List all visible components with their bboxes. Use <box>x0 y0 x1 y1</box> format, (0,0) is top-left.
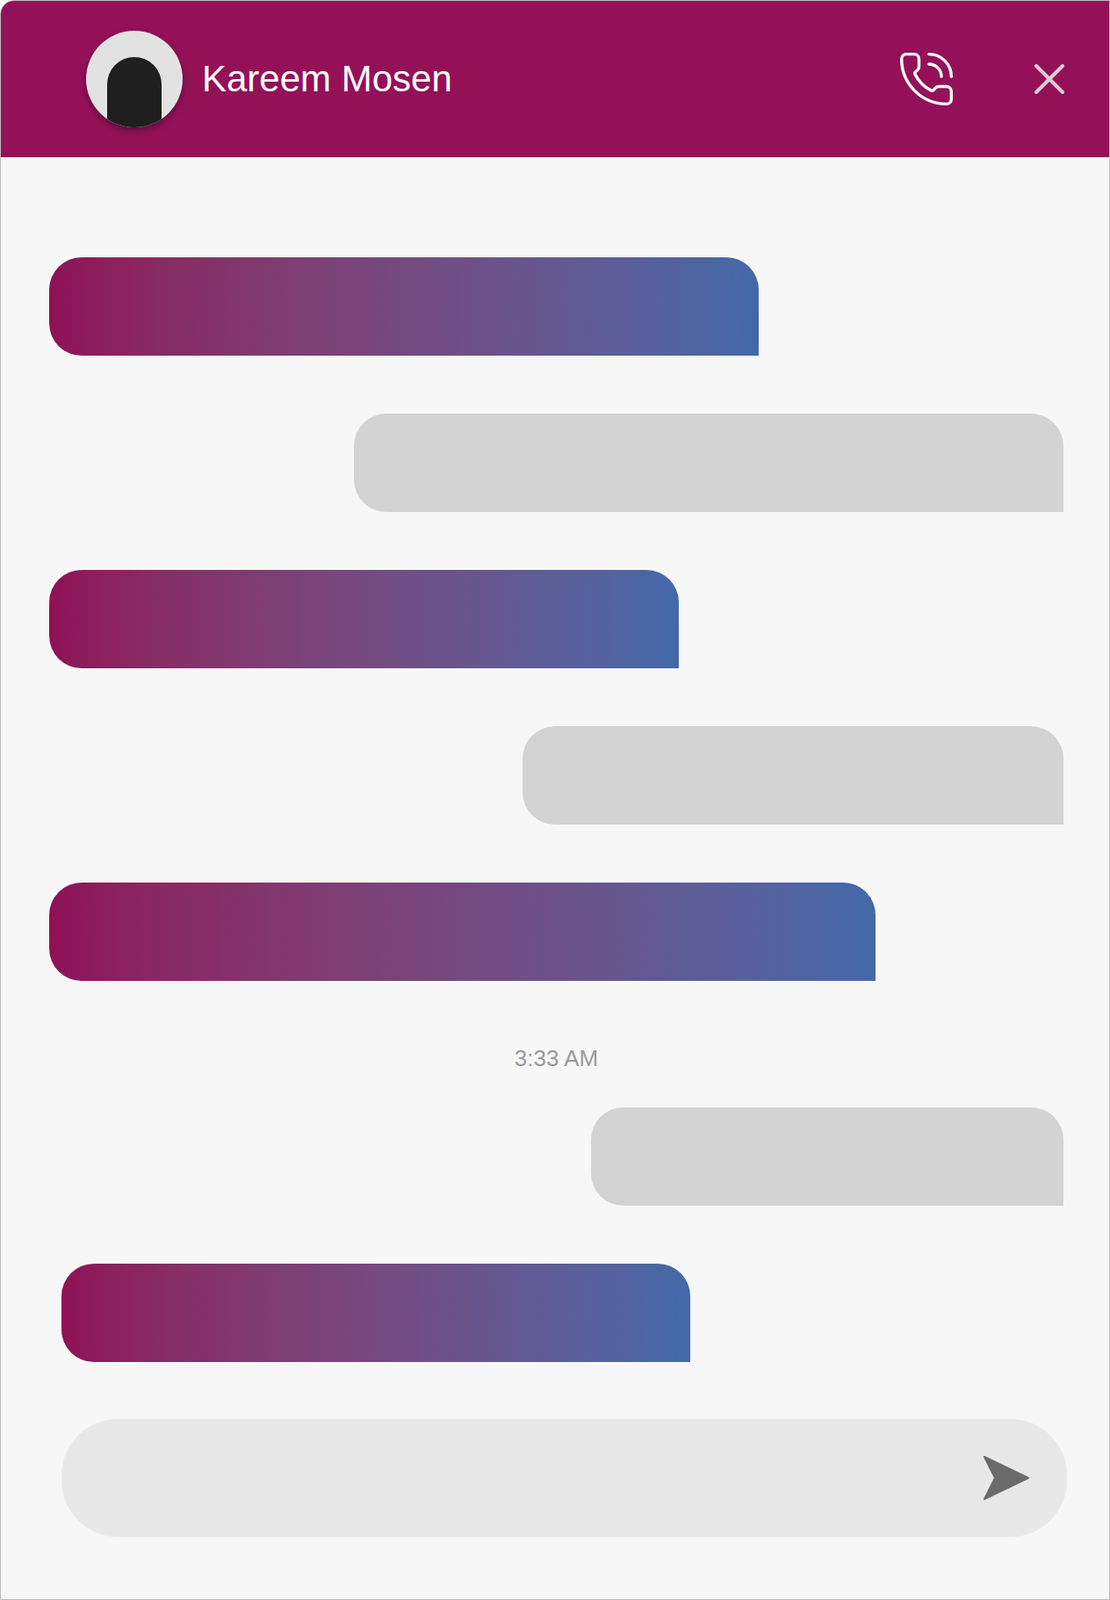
incoming-message-bubble <box>49 257 759 356</box>
outgoing-message-bubble <box>522 726 1064 825</box>
message-input[interactable] <box>61 1419 1067 1537</box>
close-button[interactable] <box>1021 50 1078 108</box>
close-icon <box>1023 52 1076 106</box>
call-button[interactable] <box>891 43 962 115</box>
chat-header: Kareem Mosen <box>0 0 1110 158</box>
chat-window: Kareem Mosen 3:33 AM <box>0 0 1110 1600</box>
outgoing-message-bubble <box>353 413 1064 512</box>
incoming-message-bubble <box>61 1263 691 1363</box>
send-icon <box>980 1453 1031 1503</box>
contact-name: Kareem Mosen <box>201 56 453 103</box>
phone-icon <box>896 49 957 109</box>
message-list: 3:33 AM <box>0 157 1110 1363</box>
timestamp: 3:33 AM <box>514 1044 599 1073</box>
incoming-message-bubble <box>49 569 679 669</box>
incoming-message-bubble <box>49 882 876 981</box>
avatar[interactable] <box>86 30 183 128</box>
outgoing-message-bubble <box>591 1107 1064 1206</box>
send-button[interactable] <box>979 1451 1032 1505</box>
